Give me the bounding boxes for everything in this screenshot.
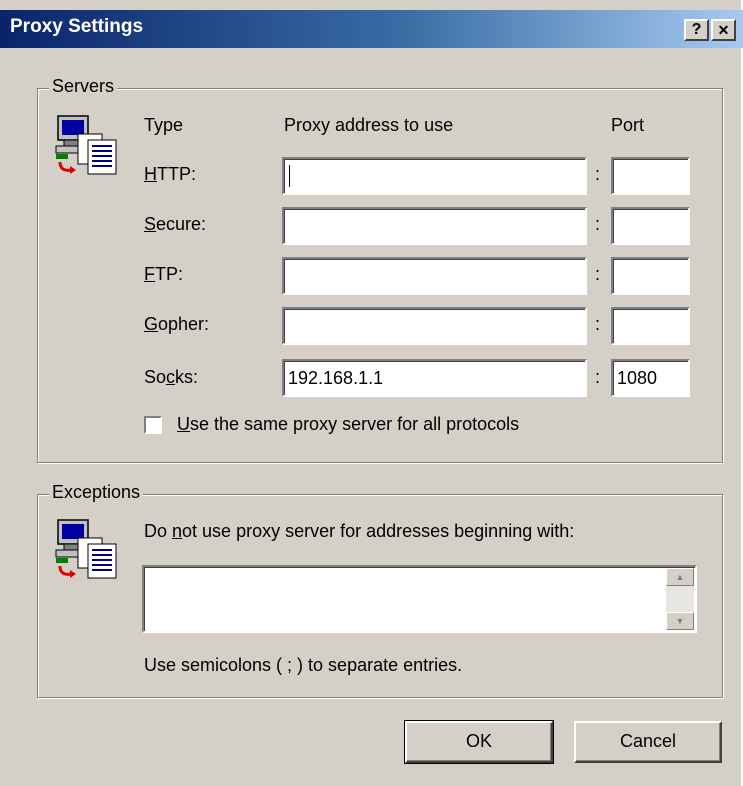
- text-cursor: [289, 165, 290, 187]
- title-bar[interactable]: Proxy Settings ? ✕: [0, 10, 743, 48]
- scroll-up-icon[interactable]: ▲: [666, 568, 694, 586]
- http-port-input[interactable]: [611, 157, 690, 195]
- exceptions-hint: Use semicolons ( ; ) to separate entries…: [144, 655, 463, 675]
- col-address-header: Proxy address to use: [284, 115, 454, 135]
- ftp-colon: :: [595, 264, 601, 284]
- network-computer-icon: [54, 518, 126, 587]
- gopher-port-input[interactable]: [611, 307, 690, 345]
- http-label: HTTP:: [144, 164, 196, 184]
- ok-button[interactable]: OK: [404, 720, 554, 764]
- col-type-header: Type: [144, 115, 184, 135]
- col-port-header: Port: [611, 115, 645, 135]
- gopher-label: Gopher:: [144, 314, 210, 334]
- cancel-button[interactable]: Cancel: [574, 721, 722, 763]
- help-button[interactable]: ?: [684, 19, 709, 41]
- secure-colon: :: [595, 214, 601, 234]
- exceptions-group-label: Exceptions: [49, 482, 144, 503]
- gopher-address-input[interactable]: [282, 307, 587, 345]
- window-title: Proxy Settings: [10, 16, 144, 37]
- exceptions-textarea[interactable]: [142, 565, 697, 633]
- secure-address-input[interactable]: [282, 207, 587, 245]
- same-proxy-label[interactable]: Use the same proxy server for all protoc…: [177, 414, 519, 435]
- secure-label: Secure:: [144, 214, 207, 234]
- exceptions-scrollbar[interactable]: ▲ ▼: [666, 568, 694, 630]
- ftp-port-input[interactable]: [611, 257, 690, 295]
- socks-label: Socks:: [144, 367, 199, 387]
- http-address-input[interactable]: [282, 157, 587, 195]
- network-computer-icon: [54, 114, 126, 183]
- socks-port-input[interactable]: [611, 359, 690, 397]
- proxy-settings-dialog: Proxy Settings ? ✕ Servers Type Proxy ad…: [0, 0, 743, 786]
- socks-colon: :: [595, 367, 601, 387]
- scroll-down-icon[interactable]: ▼: [666, 612, 694, 630]
- close-button[interactable]: ✕: [711, 19, 736, 41]
- ftp-label: FTP:: [144, 264, 184, 284]
- servers-group-label: Servers: [49, 76, 118, 97]
- secure-port-input[interactable]: [611, 207, 690, 245]
- gopher-colon: :: [595, 314, 601, 334]
- ftp-address-input[interactable]: [282, 257, 587, 295]
- http-colon: :: [595, 164, 601, 184]
- exceptions-description: Do not use proxy server for addresses be…: [144, 521, 575, 541]
- socks-address-input[interactable]: [282, 359, 587, 397]
- same-proxy-checkbox[interactable]: [144, 416, 162, 434]
